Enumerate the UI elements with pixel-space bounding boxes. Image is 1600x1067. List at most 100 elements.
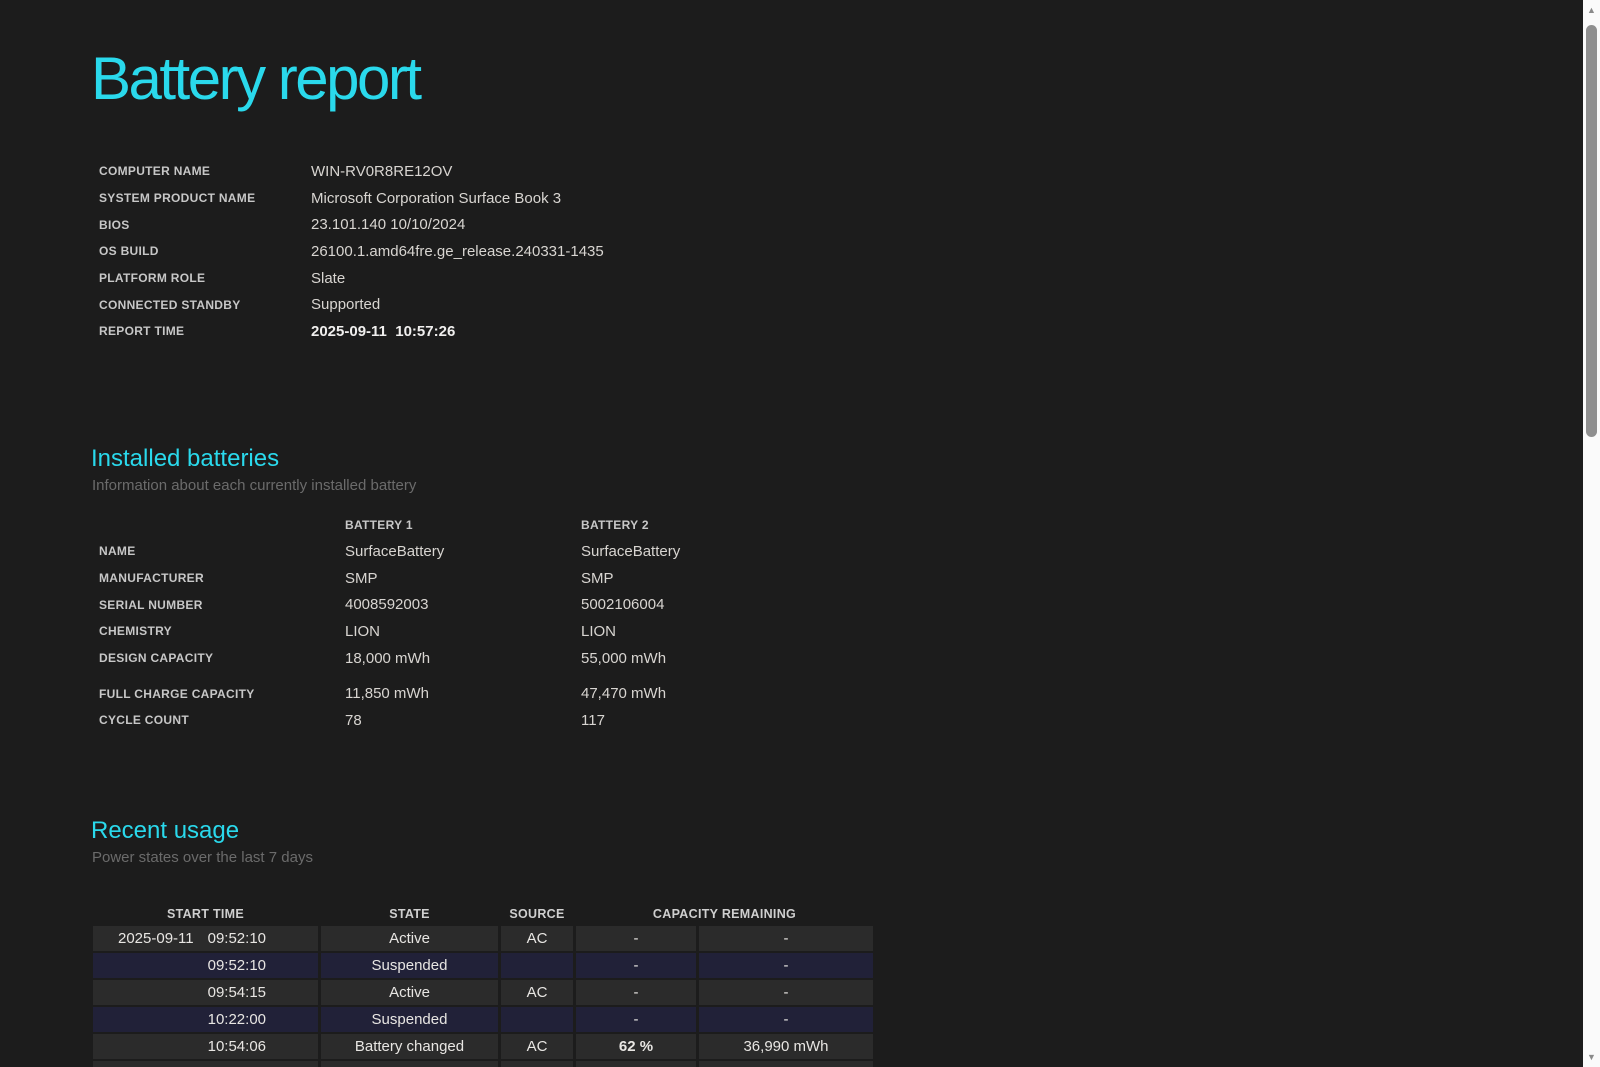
page-title: Battery report: [91, 45, 422, 112]
info-row: PLATFORM ROLE Slate: [92, 265, 604, 292]
start-time-cell: 10:54:06: [93, 1034, 318, 1059]
battery-2-value: 55,000 mWh: [581, 649, 667, 667]
col-header-source: SOURCE: [509, 907, 565, 921]
battery-1-value: SurfaceBattery: [345, 542, 445, 560]
info-label: CONNECTED STANDBY: [99, 297, 241, 312]
start-time-cell: 2025-09-11 09:52:10: [93, 926, 318, 951]
state-cell: Active: [321, 980, 498, 1005]
battery-2-value: 47,470 mWh: [581, 685, 667, 703]
info-row: BIOS 23.101.140 10/10/2024: [92, 211, 604, 238]
battery-1-value: 4008592003: [345, 596, 429, 614]
info-label: OS BUILD: [99, 244, 159, 259]
col-header-capacity-remaining: CAPACITY REMAINING: [652, 907, 797, 921]
battery-rows: NAME SurfaceBattery SurfaceBattery MANUFACT…: [92, 538, 817, 734]
start-date: 2025-09-11: [117, 930, 194, 947]
capacity-percent: -: [633, 930, 639, 947]
state-cell: Suspended: [321, 953, 498, 978]
capacity-mwh-cell: -: [699, 980, 873, 1005]
usage-row: 09:52:10 Suspended - -: [93, 953, 873, 978]
source-cell: [501, 1061, 573, 1067]
usage-row: 2025-09-11 09:52:10 Active AC - -: [93, 926, 873, 951]
recent-usage-table: START TIME STATE SOURCE CAPACITY REMAINI…: [93, 903, 873, 1067]
usage-row: [93, 1061, 873, 1067]
battery-row: SERIAL NUMBER 4008592003 5002106004: [92, 591, 817, 618]
state-cell: Active: [321, 926, 498, 951]
capacity-percent-cell: -: [576, 953, 696, 978]
battery-row-label: FULL CHARGE CAPACITY: [99, 686, 255, 701]
capacity-percent: -: [633, 957, 639, 974]
battery-row: CHEMISTRY LION LION: [92, 618, 817, 645]
battery-row: MANUFACTURER SMP SMP: [92, 565, 817, 592]
info-value: 23.101.140 10/10/2024: [311, 216, 466, 234]
battery-2-column-header: BATTERY 2: [581, 518, 649, 532]
info-label: REPORT TIME: [99, 324, 185, 339]
battery-2-value: SurfaceBattery: [581, 542, 681, 560]
info-label: BIOS: [99, 217, 130, 232]
installed-batteries-subtitle: Information about each currently install…: [92, 477, 417, 494]
installed-batteries-table: BATTERY 1 BATTERY 2 NAME SurfaceBattery Su…: [92, 512, 817, 734]
col-header-start-time: START TIME: [166, 907, 245, 921]
info-value: 2025-09-11 10:57:26: [311, 322, 456, 340]
battery-report-page: Battery report COMPUTER NAME WIN-RV0R8RE1…: [0, 0, 1583, 1067]
info-label: COMPUTER NAME: [99, 164, 211, 179]
battery-row-label: CHEMISTRY: [99, 624, 172, 639]
info-value: WIN-RV0R8RE12OV: [311, 162, 453, 180]
info-label: PLATFORM ROLE: [99, 271, 206, 286]
info-value: Supported: [311, 296, 381, 314]
system-info-table: COMPUTER NAME WIN-RV0R8RE12OV SYSTEM PRODU…: [92, 158, 604, 345]
source-cell: AC: [501, 1034, 573, 1059]
usage-table-header: START TIME STATE SOURCE CAPACITY REMAINI…: [93, 903, 873, 925]
state-cell: [321, 1061, 498, 1067]
source-cell: [501, 953, 573, 978]
battery-row-label: DESIGN CAPACITY: [99, 651, 214, 666]
battery-row-label: SERIAL NUMBER: [99, 597, 203, 612]
start-time: 09:52:10: [207, 957, 266, 974]
info-row: SYSTEM PRODUCT NAME Microsoft Corporation…: [92, 185, 604, 212]
source-cell: AC: [501, 980, 573, 1005]
battery-1-value: SMP: [345, 569, 378, 587]
battery-row: CYCLE COUNT 78 117: [92, 707, 817, 734]
battery-row: NAME SurfaceBattery SurfaceBattery: [92, 538, 817, 565]
source-cell: [501, 1007, 573, 1032]
start-time: 09:52:10: [207, 930, 266, 947]
capacity-percent-cell: 62 %: [576, 1034, 696, 1059]
battery-row-label: CYCLE COUNT: [99, 713, 189, 728]
capacity-mwh-cell: -: [699, 953, 873, 978]
battery-1-value: 78: [345, 711, 362, 729]
start-time-cell: [93, 1061, 318, 1067]
capacity-mwh-cell: 36,990 mWh: [699, 1034, 873, 1059]
battery-row: FULL CHARGE CAPACITY 11,850 mWh 47,470 mWh: [92, 680, 817, 707]
start-time: 10:22:00: [207, 1011, 266, 1028]
state-cell: Battery changed: [321, 1034, 498, 1059]
capacity-percent: 62 %: [618, 1038, 654, 1055]
scroll-up-icon[interactable]: ▲: [1583, 4, 1600, 16]
battery-1-value: 11,850 mWh: [345, 685, 429, 703]
capacity-percent: -: [633, 984, 639, 1001]
battery-columns-header: BATTERY 1 BATTERY 2: [92, 512, 817, 538]
info-label: SYSTEM PRODUCT NAME: [99, 191, 256, 206]
info-value: Microsoft Corporation Surface Book 3: [311, 189, 562, 207]
usage-row: 10:54:06 Battery changed AC 62 % 36,990 mWh: [93, 1034, 873, 1059]
battery-row-label: MANUFACTURER: [99, 571, 204, 586]
info-row: OS BUILD 26100.1.amd64fre.ge_release.2403…: [92, 238, 604, 265]
scrollbar-thumb[interactable]: [1586, 25, 1597, 437]
col-header-state: STATE: [389, 907, 430, 921]
scrollbar[interactable]: ▲ ▼: [1583, 0, 1600, 1067]
capacity-percent-cell: -: [576, 1007, 696, 1032]
installed-batteries-heading: Installed batteries: [91, 445, 280, 472]
battery-row: DESIGN CAPACITY 18,000 mWh 55,000 mWh: [92, 645, 817, 672]
battery-1-value: 18,000 mWh: [345, 649, 431, 667]
usage-table-rows: 2025-09-11 09:52:10 Active AC - -09:52:10 Susp…: [93, 926, 873, 1067]
start-time: 10:54:06: [207, 1038, 266, 1055]
start-time-cell: 09:54:15: [93, 980, 318, 1005]
capacity-mwh-cell: -: [699, 926, 873, 951]
source-cell: AC: [501, 926, 573, 951]
info-value: 26100.1.amd64fre.ge_release.240331-1435: [311, 242, 604, 260]
battery-1-value: LION: [345, 622, 381, 640]
capacity-percent-cell: -: [576, 980, 696, 1005]
recent-usage-heading: Recent usage: [91, 817, 240, 844]
capacity-percent-cell: [576, 1061, 696, 1067]
scroll-down-icon[interactable]: ▼: [1583, 1051, 1600, 1063]
battery-1-column-header: BATTERY 1: [345, 518, 413, 532]
info-row: COMPUTER NAME WIN-RV0R8RE12OV: [92, 158, 604, 185]
